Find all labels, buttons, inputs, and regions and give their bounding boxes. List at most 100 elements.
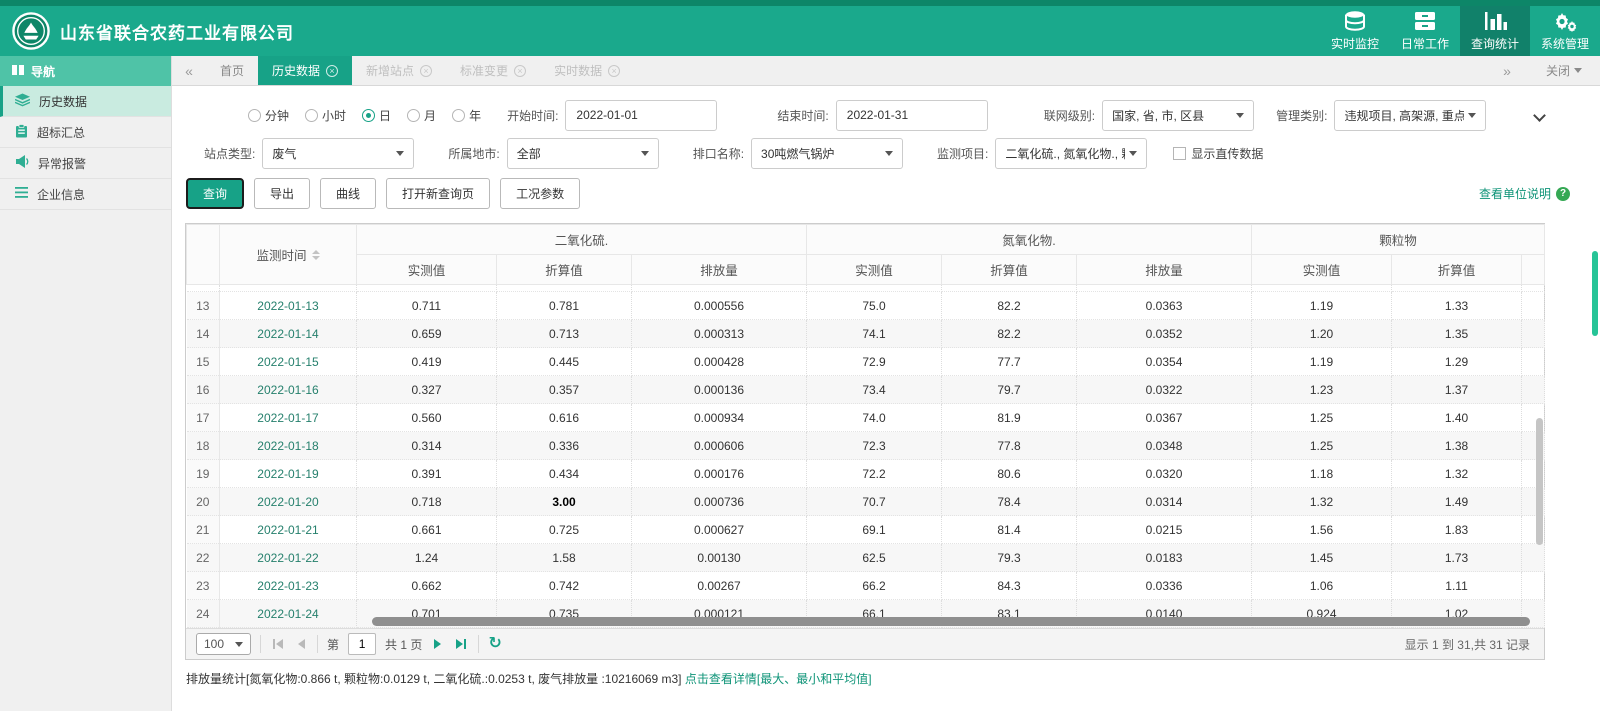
new-query-page-button[interactable]: 打开新查询页 <box>386 178 491 209</box>
sidebar-item-clipboard[interactable]: 超标汇总 <box>0 117 171 148</box>
top-nav-drawer[interactable]: 日常工作 <box>1390 6 1460 56</box>
table-row: 23 2022-01-23 0.662 0.742 0.00267 66.2 84.3 0.0… <box>186 571 1546 600</box>
monitor-date-link[interactable]: 2022-01-15 <box>219 347 357 376</box>
city-select[interactable]: 全部 <box>506 137 659 169</box>
value-cell: 1.19 <box>1251 347 1393 376</box>
city-value: 全部 <box>516 146 541 161</box>
monitor-date-link[interactable]: 2022-01-23 <box>219 571 357 600</box>
tabs-scroll-left-icon[interactable]: « <box>172 56 206 85</box>
tab-close-icon[interactable]: × <box>608 64 621 77</box>
monitor-date-link[interactable]: 2022-01-14 <box>219 319 357 348</box>
mgmt-category-select[interactable]: 违规项目, 高架源, 重点排污 <box>1334 99 1487 131</box>
top-nav-label: 系统管理 <box>1540 37 1589 51</box>
start-date-input[interactable] <box>565 99 718 131</box>
curve-button[interactable]: 曲线 <box>320 178 377 209</box>
monitor-item-select[interactable]: 二氧化硫., 氮氧化物., 颗粒物 <box>995 137 1148 169</box>
value-column-header: 折算值 <box>496 254 632 285</box>
close-tabs-menu[interactable]: 关闭 <box>1546 62 1582 79</box>
period-radio-label: 月 <box>424 108 437 123</box>
sort-icon[interactable] <box>311 249 320 260</box>
direct-data-checkbox-wrap[interactable]: 显示直传数据 <box>1173 145 1263 162</box>
horizontal-scrollbar[interactable] <box>372 617 1530 626</box>
radio-icon[interactable] <box>305 108 319 122</box>
monitor-date-link[interactable]: 2022-01-24 <box>219 599 357 628</box>
value-column-header: 实测值 <box>1251 254 1393 285</box>
tab-item[interactable]: 标准变更 × <box>446 56 540 85</box>
chevron-down-icon <box>1236 112 1245 118</box>
top-nav-gears[interactable]: 系统管理 <box>1530 6 1600 56</box>
sidebar-item-list[interactable]: 企业信息 <box>0 179 171 210</box>
query-button[interactable]: 查询 <box>186 178 245 209</box>
top-nav-bar-chart[interactable]: 查询统计 <box>1460 6 1530 56</box>
tab-close-icon[interactable]: × <box>514 64 527 77</box>
sidebar-item-alarm[interactable]: 异常报警 <box>0 148 171 179</box>
period-radio-年[interactable]: 年 <box>452 107 481 124</box>
direct-data-checkbox[interactable] <box>1173 146 1187 160</box>
site-type-select[interactable]: 废气 <box>262 137 415 169</box>
outlet-label: 排口名称: <box>692 146 745 161</box>
table-row: 20 2022-01-20 0.718 3.00 0.000736 70.7 78.4 0.0… <box>186 487 1546 516</box>
network-level-select[interactable]: 国家, 省, 市, 区县 <box>1102 99 1255 131</box>
monitor-date-link[interactable]: 2022-01-20 <box>219 487 357 516</box>
value-cell: 0.0314 <box>1076 487 1253 516</box>
radio-icon[interactable] <box>452 108 466 122</box>
radio-icon[interactable] <box>362 108 376 122</box>
value-cell: 72.9 <box>806 347 943 376</box>
period-radio-月[interactable]: 月 <box>407 107 436 124</box>
page-vertical-scrollbar[interactable] <box>1592 251 1598 336</box>
value-cell: 0.742 <box>496 571 632 600</box>
tab-item[interactable]: 新增站点 × <box>352 56 446 85</box>
monitor-date-link[interactable]: 2022-01-22 <box>219 543 357 572</box>
radio-icon[interactable] <box>248 108 261 122</box>
monitor-time-header[interactable]: 监测时间 <box>219 224 357 285</box>
table-row: 14 2022-01-14 0.659 0.713 0.000313 74.1 82.2 0.… <box>186 319 1546 348</box>
table-vertical-scrollbar[interactable] <box>1536 418 1543 545</box>
separator <box>260 635 262 653</box>
first-page-button[interactable] <box>270 639 286 649</box>
emission-stats-text: 排放量统计[氮氧化物:0.866 t, 颗粒物:0.0129 t, 二氧化硫.:… <box>186 672 682 686</box>
monitor-date-link[interactable]: 2022-01-17 <box>219 403 357 432</box>
period-radio-小时[interactable]: 小时 <box>305 107 346 124</box>
top-nav-database[interactable]: 实时监控 <box>1320 6 1390 56</box>
value-cell: 1.35 <box>1391 319 1523 348</box>
value-cell: 1.29 <box>1391 347 1523 376</box>
stats-detail-link[interactable]: 点击查看详情[最大、最小和平均值] <box>685 672 872 686</box>
value-cell: 70.7 <box>806 487 943 516</box>
monitor-date-link[interactable]: 2022-01-19 <box>219 459 357 488</box>
refresh-icon[interactable]: ↻ <box>488 636 501 652</box>
tab-item[interactable]: 实时数据 × <box>540 56 634 85</box>
value-cell: 0.0354 <box>1076 347 1253 376</box>
app-header: 山东省联合农药工业有限公司 实时监控 日常工作 查询统计 系统管理 <box>0 6 1600 56</box>
period-radio-分钟[interactable]: 分钟 <box>248 107 289 124</box>
next-page-button[interactable] <box>431 639 444 649</box>
monitor-date-link[interactable]: 2022-01-16 <box>219 375 357 404</box>
value-cell: 0.560 <box>356 403 497 432</box>
monitor-date-link[interactable]: 2022-01-13 <box>219 291 357 320</box>
page-number-input[interactable] <box>348 633 377 655</box>
radio-icon[interactable] <box>407 108 421 122</box>
tab-item[interactable]: 首页 <box>206 56 258 85</box>
condition-params-button[interactable]: 工况参数 <box>500 178 581 209</box>
table-row: 13 2022-01-13 0.711 0.781 0.000556 75.0 82.2 0.… <box>186 291 1546 320</box>
value-cell: 0.000934 <box>631 403 808 432</box>
last-page-button[interactable] <box>453 639 469 649</box>
end-date-input[interactable] <box>835 99 988 131</box>
outlet-select[interactable]: 30吨燃气锅炉 <box>751 137 904 169</box>
direct-data-label: 显示直传数据 <box>1191 146 1264 161</box>
monitor-date-link[interactable]: 2022-01-21 <box>219 515 357 544</box>
tab-item[interactable]: 历史数据 × <box>258 56 353 85</box>
monitor-date-link[interactable]: 2022-01-18 <box>219 431 357 460</box>
row-number: 16 <box>186 375 220 404</box>
prev-page-button[interactable] <box>295 639 308 649</box>
unit-description-link[interactable]: 查看单位说明 ? <box>1479 185 1570 202</box>
tab-close-icon[interactable]: × <box>326 64 339 77</box>
value-cell: 0.357 <box>496 375 632 404</box>
sidebar-item-layers[interactable]: 历史数据 <box>0 86 171 117</box>
period-radio-日[interactable]: 日 <box>362 107 391 124</box>
page-size-select[interactable]: 100 <box>196 633 252 655</box>
export-button[interactable]: 导出 <box>254 178 311 209</box>
value-cell: 0.0336 <box>1076 571 1253 600</box>
tabs-scroll-right-icon[interactable]: » <box>1490 63 1524 79</box>
collapse-filters-icon[interactable] <box>1533 108 1546 122</box>
tab-close-icon[interactable]: × <box>420 64 433 77</box>
